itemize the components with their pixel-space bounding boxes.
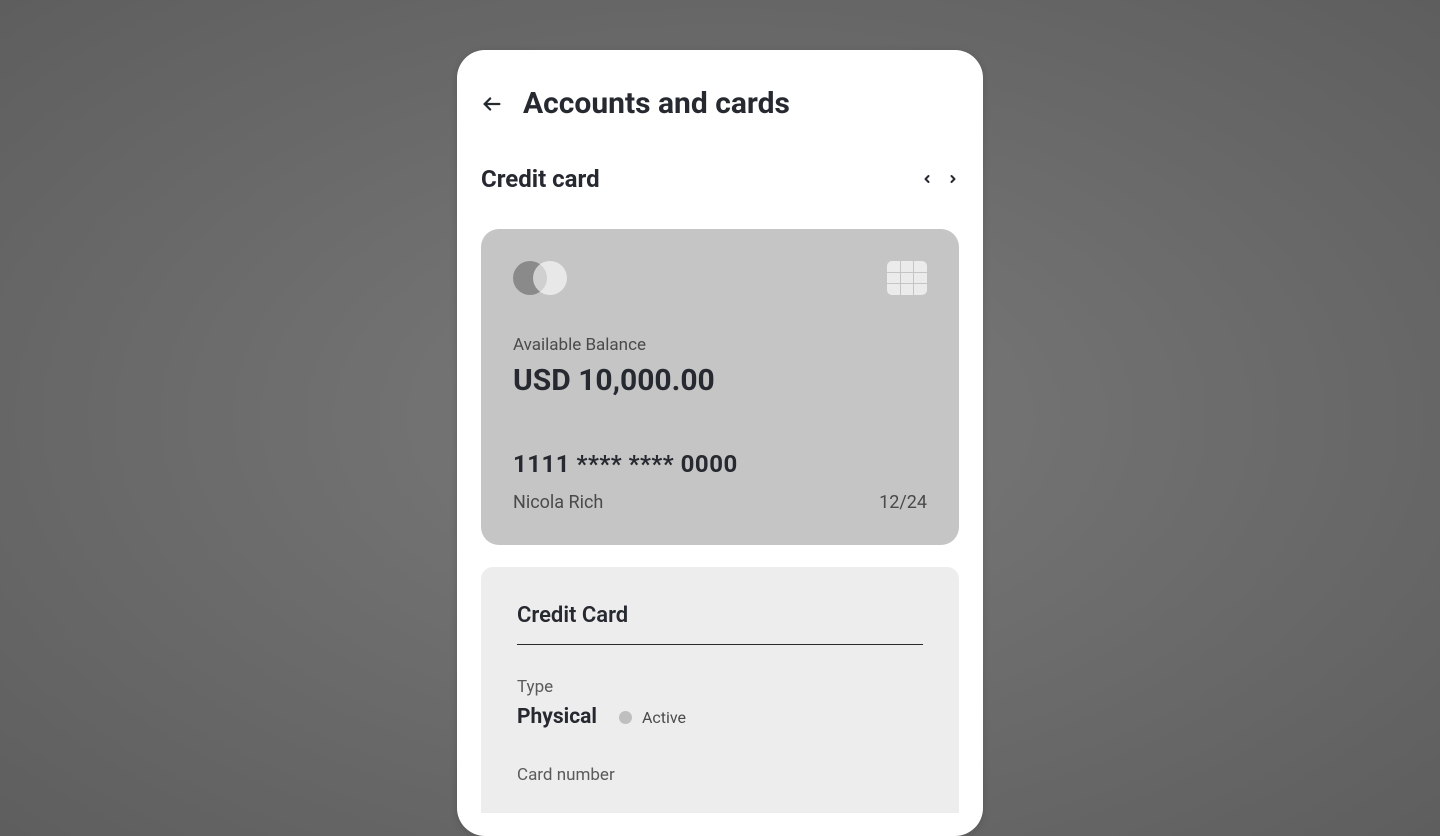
details-title: Credit Card [517, 603, 923, 645]
type-label: Type [517, 677, 923, 697]
card-nav-arrows [921, 171, 959, 187]
card-number: 1111 **** **** 0000 [513, 450, 927, 478]
card-chip-icon [887, 261, 927, 295]
section-title: Credit card [481, 165, 600, 193]
type-value: Physical [517, 705, 597, 729]
status-indicator: Active [619, 708, 686, 727]
card-details-panel: Credit Card Type Physical Active Card nu… [481, 567, 959, 813]
card-top-row [513, 261, 927, 295]
page-title: Accounts and cards [523, 86, 790, 121]
prev-card-icon[interactable] [921, 171, 933, 187]
card-holder-name: Nicola Rich [513, 492, 603, 513]
next-card-icon[interactable] [947, 171, 959, 187]
credit-card-visual: Available Balance USD 10,000.00 1111 ***… [481, 229, 959, 545]
balance-label: Available Balance [513, 335, 927, 355]
back-arrow-icon[interactable] [481, 93, 503, 115]
mastercard-logo-icon [513, 261, 567, 295]
balance-value: USD 10,000.00 [513, 363, 927, 398]
type-row: Physical Active [517, 705, 923, 729]
card-bottom-row: Nicola Rich 12/24 [513, 492, 927, 513]
card-number-label: Card number [517, 765, 923, 785]
status-text: Active [642, 708, 686, 727]
page-header: Accounts and cards [481, 86, 959, 121]
status-dot-icon [619, 711, 632, 724]
app-container: Accounts and cards Credit card [457, 50, 983, 836]
section-header: Credit card [481, 165, 959, 193]
card-expiry: 12/24 [879, 492, 927, 513]
